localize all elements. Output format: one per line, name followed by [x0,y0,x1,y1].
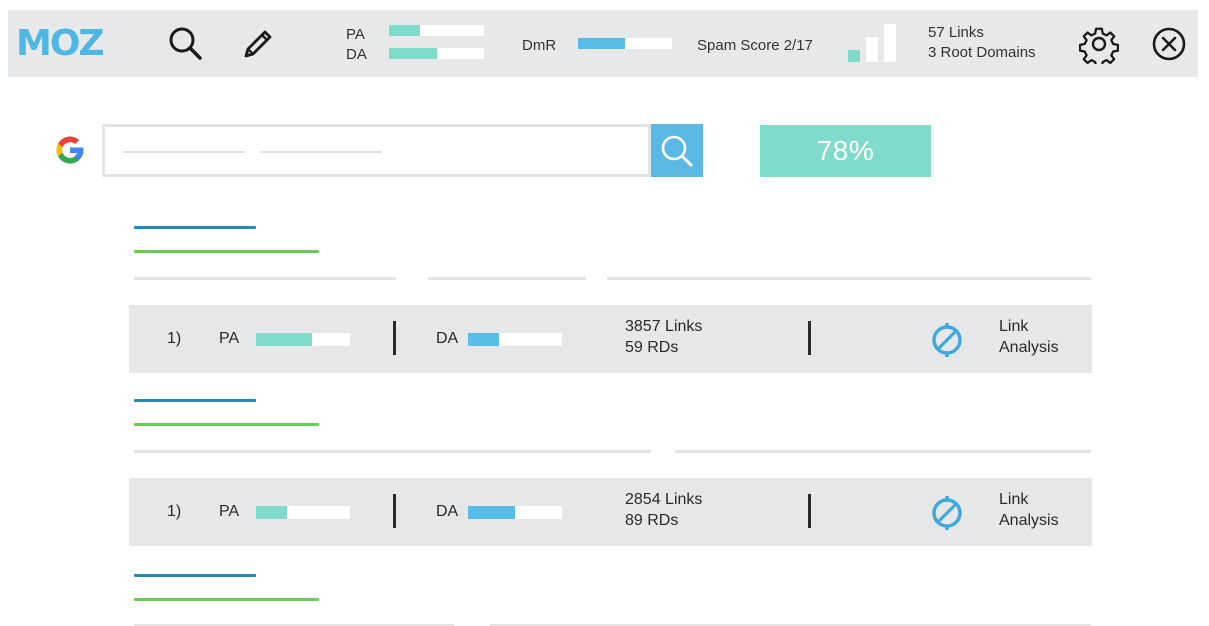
search-icon [169,27,202,60]
result-title-link[interactable] [134,574,256,577]
pencil-icon [244,30,272,58]
search-icon [661,135,693,166]
metrics-divider [393,494,396,528]
result-links-count: 2854 Links [625,491,703,508]
moz-logo-text: MOZ [16,24,103,60]
result-pa-meter-fill [256,333,313,346]
toolbar-da-meter [389,48,484,59]
score-badge: 78% [760,125,931,177]
result-pa-label: PA [219,503,240,520]
moz-logo: MOZ [16,23,136,68]
link-analysis-icon[interactable] [927,320,967,360]
search-input[interactable] [102,124,651,177]
result-links-count: 3857 Links [625,318,703,335]
result-rds-count: 89 RDs [625,512,679,529]
metrics-divider [808,321,811,355]
result-snippet-line [607,277,1091,280]
result-title-link[interactable] [134,226,256,229]
root-domains-count: 3 Root Domains [928,44,1036,61]
toolbar-dmr-meter [578,38,672,49]
result-url-line [134,250,319,253]
link-analysis-link[interactable]: Analysis [999,338,1059,358]
moz-logo-mark: MOZ [16,23,105,64]
link-analysis-link[interactable]: Link [999,490,1028,510]
link-analysis-link[interactable]: Link [999,317,1028,337]
result-da-label: DA [436,503,459,520]
result-da-meter [468,506,562,519]
result-snippet-line [134,450,651,453]
result-rank: 1) [167,330,182,347]
dmr-label: DmR [522,37,557,54]
search-button[interactable] [651,124,703,177]
result-pa-meter-fill [256,506,288,519]
spam-score-bar [866,37,878,62]
placeholder-line [123,151,245,153]
da-label: DA [346,46,367,63]
result-snippet-line [675,450,1091,453]
toolbar-dmr-meter-fill [578,38,625,49]
links-count: 57 Links [928,24,984,41]
result-metrics-bar: 1) PA DA 2854 Links 89 RDs Link Analysis [129,478,1092,546]
spam-score-bar [848,50,860,62]
result-da-meter-fill [468,506,515,519]
result-url-line [134,598,319,601]
result-rds-count: 59 RDs [625,339,679,356]
pencil-tool-button[interactable] [236,22,280,66]
metrics-divider [393,321,396,355]
link-analysis-link[interactable]: Analysis [999,511,1059,531]
result-rank: 1) [167,503,182,520]
toolbar-da-meter-fill [389,48,437,59]
spam-score-label: Spam Score 2/17 [697,37,813,54]
link-analysis-icon[interactable] [927,493,967,533]
close-button[interactable] [1147,22,1191,66]
google-logo [52,132,88,168]
metrics-divider [808,494,811,528]
result-metrics-bar: 1) PA DA 3857 Links 59 RDs Link Analysis [129,305,1092,373]
result-snippet-line [428,277,586,280]
result-pa-label: PA [219,330,240,347]
pa-label: PA [346,26,365,43]
close-circle-icon [1152,27,1186,61]
google-g-icon [56,136,84,164]
placeholder-line [261,151,382,153]
search-tool-button[interactable] [164,22,208,66]
spam-score-bar [884,24,896,62]
result-pa-meter [256,506,350,519]
toolbar-pa-meter [389,25,484,36]
result-title-link[interactable] [134,399,256,402]
gear-icon [1079,27,1119,64]
result-da-meter [468,333,562,346]
moz-toolbar: MOZ PA DA DmR Spam Score 2/17 57 Links 3… [8,10,1198,77]
settings-button[interactable] [1077,22,1121,66]
result-da-meter-fill [468,333,500,346]
result-da-label: DA [436,330,459,347]
result-url-line [134,423,319,426]
spam-score-meter [846,24,900,62]
result-snippet-line [134,277,396,280]
toolbar-pa-meter-fill [389,25,421,36]
result-pa-meter [256,333,350,346]
